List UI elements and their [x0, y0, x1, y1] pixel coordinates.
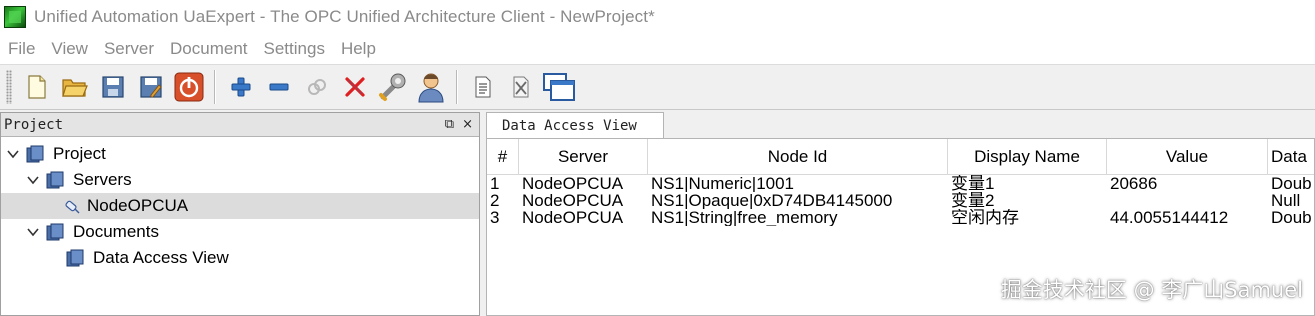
toolbar-separator	[214, 70, 216, 104]
table-cell: 44.0055144412	[1110, 209, 1229, 226]
menu-file[interactable]: File	[0, 39, 43, 59]
project-tree: Project Servers NodeOPCUA Documents Data…	[1, 137, 479, 271]
watermark-text: 掘金技术社区 @ 李广山Samuel	[1000, 278, 1303, 302]
column-header[interactable]: #	[487, 139, 519, 175]
tree-item-project[interactable]: Project	[1, 141, 479, 167]
tree-item-label: Project	[53, 144, 106, 163]
power-icon[interactable]	[170, 68, 208, 106]
table-cell: 20686	[1110, 175, 1158, 192]
table-row[interactable]: 2 NodeOPCUA NS1|Opaque|0xD74DB4145000 变量…	[487, 192, 1314, 209]
table-cell: NodeOPCUA	[522, 192, 624, 209]
toolbar-grip[interactable]	[6, 70, 12, 104]
table-cell: NodeOPCUA	[522, 209, 624, 226]
chevron-down-icon[interactable]	[25, 224, 41, 240]
table-body: 1 NodeOPCUA NS1|Numeric|1001 变量1 20686 D…	[487, 175, 1314, 226]
open-folder-icon[interactable]	[56, 68, 94, 106]
folder-icon	[26, 145, 44, 163]
project-panel-title: Project	[4, 116, 64, 133]
table-row[interactable]: 3 NodeOPCUA NS1|String|free_memory 空闲内存 …	[487, 209, 1314, 226]
tree-item-label: Servers	[73, 170, 132, 189]
project-panel: Project ⧉ × Project Servers NodeOPCUA Do…	[0, 112, 480, 316]
tree-item-servers[interactable]: Servers	[1, 167, 479, 193]
table-cell: NS1|String|free_memory	[651, 209, 838, 226]
window-title: Unified Automation UaExpert - The OPC Un…	[34, 7, 655, 26]
tree-item-documents[interactable]: Documents	[1, 219, 479, 245]
column-header[interactable]: Node Id	[648, 139, 948, 175]
app-logo-icon	[4, 6, 26, 28]
column-header[interactable]: Server	[519, 139, 648, 175]
windows-icon[interactable]	[540, 68, 578, 106]
tab-data-access-view[interactable]: Data Access View	[486, 112, 664, 138]
table-cell: 变量1	[951, 175, 995, 192]
project-panel-header: Project ⧉ ×	[1, 113, 479, 137]
clear-icon[interactable]	[502, 68, 540, 106]
table-cell: NodeOPCUA	[522, 175, 624, 192]
table-cell: 变量2	[951, 192, 995, 209]
menu-document[interactable]: Document	[162, 39, 255, 59]
table-row[interactable]: 1 NodeOPCUA NS1|Numeric|1001 变量1 20686 D…	[487, 175, 1314, 192]
column-header[interactable]: Data	[1268, 139, 1314, 175]
user-icon[interactable]	[412, 68, 450, 106]
title-bar: Unified Automation UaExpert - The OPC Un…	[0, 0, 1315, 34]
table-cell: 空闲内存	[951, 209, 1019, 226]
menu-bar: File View Server Document Settings Help	[0, 34, 1315, 64]
tree-item-label: NodeOPCUA	[87, 196, 189, 215]
table-cell: NS1|Opaque|0xD74DB4145000	[651, 192, 893, 209]
tree-item-label: Data Access View	[93, 248, 229, 267]
table-cell: Doub	[1271, 175, 1312, 192]
settings-wrench-icon[interactable]	[374, 68, 412, 106]
remove-server-icon[interactable]	[260, 68, 298, 106]
tree-item-data-access-view[interactable]: Data Access View	[1, 245, 479, 271]
float-panel-icon[interactable]: ⧉	[445, 117, 454, 132]
close-panel-icon[interactable]: ×	[462, 117, 473, 132]
table-header: # Server Node Id Display Name Value Data	[487, 139, 1314, 175]
toolbar-separator-2	[456, 70, 458, 104]
menu-help[interactable]: Help	[333, 39, 384, 59]
save-as-icon[interactable]	[132, 68, 170, 106]
folder-icon	[46, 171, 64, 189]
menu-settings[interactable]: Settings	[256, 39, 333, 59]
column-header[interactable]: Value	[1107, 139, 1268, 175]
connect-icon[interactable]	[298, 68, 336, 106]
chevron-down-icon[interactable]	[5, 146, 21, 162]
main-toolbar	[0, 64, 1315, 110]
add-server-icon[interactable]	[222, 68, 260, 106]
document-icon[interactable]	[464, 68, 502, 106]
table-cell: NS1|Numeric|1001	[651, 175, 795, 192]
new-document-icon[interactable]	[18, 68, 56, 106]
chevron-down-icon[interactable]	[25, 172, 41, 188]
server-plug-icon	[65, 200, 80, 214]
disconnect-icon[interactable]	[336, 68, 374, 106]
folder-icon	[66, 249, 84, 267]
folder-icon	[46, 223, 64, 241]
menu-view[interactable]: View	[43, 39, 96, 59]
tree-item-label: Documents	[73, 222, 159, 241]
table-cell: 3	[490, 209, 500, 226]
table-cell: 2	[490, 192, 500, 209]
save-icon[interactable]	[94, 68, 132, 106]
table-cell: Doub	[1271, 209, 1312, 226]
table-cell: 1	[490, 175, 500, 192]
table-cell: Null	[1271, 192, 1301, 209]
menu-server[interactable]: Server	[96, 39, 162, 59]
table-cell	[1107, 192, 1268, 209]
column-header[interactable]: Display Name	[948, 139, 1107, 175]
tree-item-nodeopcua[interactable]: NodeOPCUA	[1, 193, 479, 219]
